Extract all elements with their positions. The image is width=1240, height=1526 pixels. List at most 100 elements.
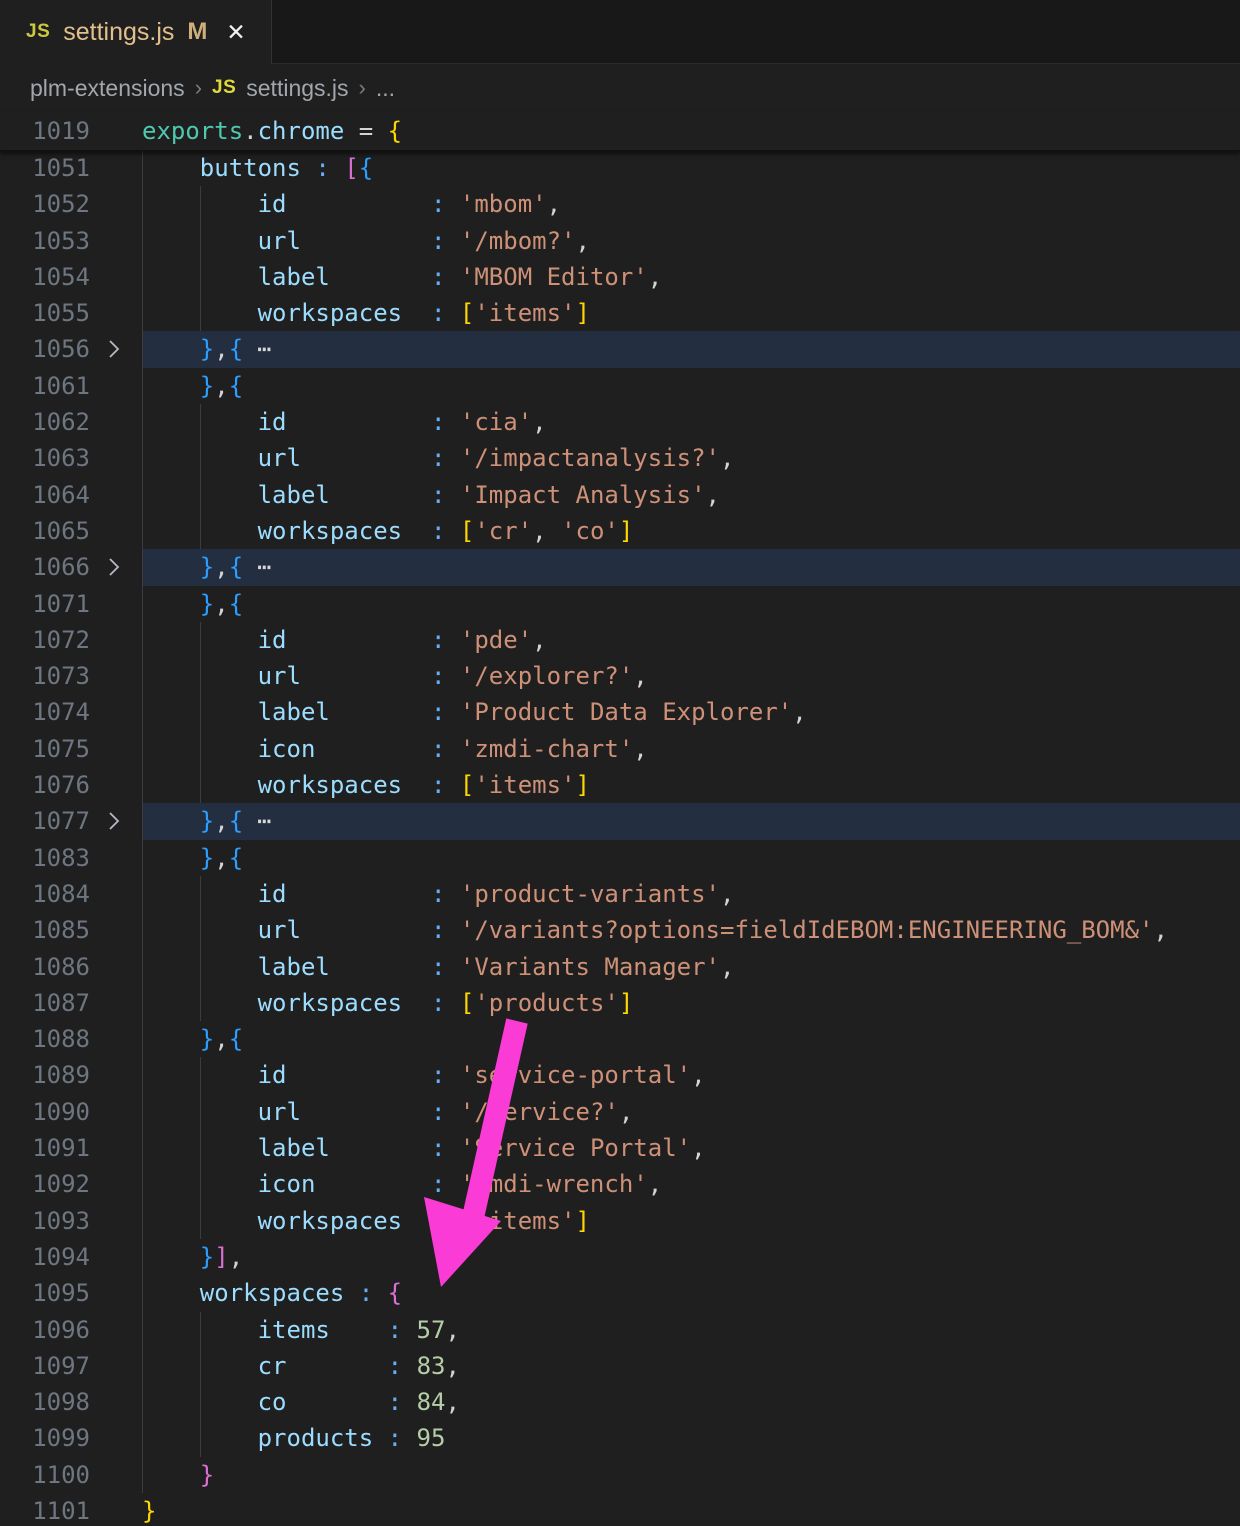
- line-number[interactable]: 1101: [0, 1493, 90, 1526]
- code-line[interactable]: 1054 label : 'MBOM Editor',: [0, 259, 1240, 295]
- code-text[interactable]: },{⋯: [142, 331, 272, 367]
- line-number[interactable]: 1073: [0, 658, 90, 694]
- line-number[interactable]: 1086: [0, 949, 90, 985]
- line-number[interactable]: 1090: [0, 1094, 90, 1130]
- code-line[interactable]: 1097 cr : 83,: [0, 1348, 1240, 1384]
- code-line[interactable]: 1051 buttons : [{: [0, 150, 1240, 186]
- line-number[interactable]: 1051: [0, 150, 90, 186]
- code-text[interactable]: }: [142, 1457, 214, 1493]
- breadcrumb-file[interactable]: settings.js: [246, 75, 348, 102]
- line-number[interactable]: 1099: [0, 1420, 90, 1456]
- folded-code-ellipsis[interactable]: ⋯: [257, 807, 271, 835]
- code-text[interactable]: icon : 'zmdi-chart',: [142, 731, 648, 767]
- line-number[interactable]: 1091: [0, 1130, 90, 1166]
- line-number[interactable]: 1096: [0, 1312, 90, 1348]
- line-number[interactable]: 1061: [0, 368, 90, 404]
- line-number[interactable]: 1093: [0, 1203, 90, 1239]
- code-text[interactable]: },{⋯: [142, 549, 272, 585]
- code-text[interactable]: cr : 83,: [142, 1348, 460, 1384]
- code-line[interactable]: 1073 url : '/explorer?',: [0, 658, 1240, 694]
- code-line[interactable]: 1099 products : 95: [0, 1420, 1240, 1456]
- line-number[interactable]: 1089: [0, 1057, 90, 1093]
- code-text[interactable]: },{: [142, 1021, 243, 1057]
- code-line[interactable]: 1101}: [0, 1493, 1240, 1526]
- line-number[interactable]: 1071: [0, 586, 90, 622]
- breadcrumb-symbol-more[interactable]: ...: [376, 75, 395, 102]
- code-line[interactable]: 1098 co : 84,: [0, 1384, 1240, 1420]
- line-number[interactable]: 1065: [0, 513, 90, 549]
- line-number[interactable]: 1088: [0, 1021, 90, 1057]
- code-line[interactable]: 1087 workspaces : ['products']: [0, 985, 1240, 1021]
- code-line[interactable]: 1075 icon : 'zmdi-chart',: [0, 731, 1240, 767]
- code-line[interactable]: 1055 workspaces : ['items']: [0, 295, 1240, 331]
- line-number[interactable]: 1097: [0, 1348, 90, 1384]
- line-number[interactable]: 1098: [0, 1384, 90, 1420]
- code-text[interactable]: workspaces : ['items']: [142, 295, 590, 331]
- line-number[interactable]: 1095: [0, 1275, 90, 1311]
- code-text[interactable]: workspaces : ['items']: [142, 1203, 590, 1239]
- code-text[interactable]: id : 'pde',: [142, 622, 547, 658]
- folded-code-ellipsis[interactable]: ⋯: [257, 553, 271, 581]
- line-number[interactable]: 1055: [0, 295, 90, 331]
- line-number[interactable]: 1066: [0, 549, 90, 585]
- code-line[interactable]: 1064 label : 'Impact Analysis',: [0, 477, 1240, 513]
- code-text[interactable]: workspaces : {: [142, 1275, 402, 1311]
- code-text[interactable]: icon : 'zmdi-wrench',: [142, 1166, 662, 1202]
- code-text[interactable]: items : 57,: [142, 1312, 460, 1348]
- fold-chevron-icon[interactable]: [106, 810, 122, 838]
- code-line[interactable]: 1052 id : 'mbom',: [0, 186, 1240, 222]
- code-text[interactable]: },{: [142, 840, 243, 876]
- line-number[interactable]: 1092: [0, 1166, 90, 1202]
- code-line[interactable]: 1072 id : 'pde',: [0, 622, 1240, 658]
- code-line[interactable]: 1063 url : '/impactanalysis?',: [0, 440, 1240, 476]
- line-number[interactable]: 1100: [0, 1457, 90, 1493]
- line-number[interactable]: 1083: [0, 840, 90, 876]
- code-line[interactable]: 1092 icon : 'zmdi-wrench',: [0, 1166, 1240, 1202]
- line-number[interactable]: 1084: [0, 876, 90, 912]
- code-line[interactable]: 1096 items : 57,: [0, 1312, 1240, 1348]
- code-line[interactable]: 1053 url : '/mbom?',: [0, 223, 1240, 259]
- line-number[interactable]: 1052: [0, 186, 90, 222]
- code-text[interactable]: products : 95: [142, 1420, 445, 1456]
- line-number[interactable]: 1085: [0, 912, 90, 948]
- code-text[interactable]: url : '/impactanalysis?',: [142, 440, 734, 476]
- line-number[interactable]: 1077: [0, 803, 90, 839]
- code-text[interactable]: url : '/service?',: [142, 1094, 633, 1130]
- breadcrumb-folder[interactable]: plm-extensions: [30, 75, 185, 102]
- line-number[interactable]: 1087: [0, 985, 90, 1021]
- sticky-scroll-line[interactable]: 1019 exports.chrome = {: [0, 112, 1240, 151]
- code-text[interactable]: }: [142, 1493, 156, 1526]
- code-line[interactable]: 1084 id : 'product-variants',: [0, 876, 1240, 912]
- line-number[interactable]: 1094: [0, 1239, 90, 1275]
- code-line[interactable]: 1086 label : 'Variants Manager',: [0, 949, 1240, 985]
- code-line-folded[interactable]: 1066 },{⋯: [0, 549, 1240, 585]
- code-line[interactable]: 1094 }],: [0, 1239, 1240, 1275]
- folded-code-ellipsis[interactable]: ⋯: [257, 335, 271, 363]
- code-line[interactable]: 1089 id : 'service-portal',: [0, 1057, 1240, 1093]
- line-number[interactable]: 1076: [0, 767, 90, 803]
- code-text[interactable]: url : '/mbom?',: [142, 223, 590, 259]
- code-line[interactable]: 1083 },{: [0, 840, 1240, 876]
- code-line[interactable]: 1065 workspaces : ['cr', 'co']: [0, 513, 1240, 549]
- code-text[interactable]: label : 'MBOM Editor',: [142, 259, 662, 295]
- code-text[interactable]: }],: [142, 1239, 243, 1275]
- code-text[interactable]: id : 'mbom',: [142, 186, 561, 222]
- line-number[interactable]: 1063: [0, 440, 90, 476]
- code-line-folded[interactable]: 1077 },{⋯: [0, 803, 1240, 839]
- tab-settings-js[interactable]: JS settings.js M ✕: [0, 0, 272, 64]
- code-line[interactable]: 1091 label : 'Service Portal',: [0, 1130, 1240, 1166]
- code-line[interactable]: 1095 workspaces : {: [0, 1275, 1240, 1311]
- code-text[interactable]: label : 'Service Portal',: [142, 1130, 706, 1166]
- code-text[interactable]: },{: [142, 586, 243, 622]
- code-line[interactable]: 1085 url : '/variants?options=fieldIdEBO…: [0, 912, 1240, 948]
- code-text[interactable]: id : 'service-portal',: [142, 1057, 706, 1093]
- code-text[interactable]: id : 'cia',: [142, 404, 547, 440]
- code-line[interactable]: 1074 label : 'Product Data Explorer',: [0, 694, 1240, 730]
- code-text[interactable]: url : '/variants?options=fieldIdEBOM:ENG…: [142, 912, 1168, 948]
- line-number[interactable]: 1053: [0, 223, 90, 259]
- code-line-folded[interactable]: 1056 },{⋯: [0, 331, 1240, 367]
- line-number[interactable]: 1056: [0, 331, 90, 367]
- line-number[interactable]: 1054: [0, 259, 90, 295]
- code-text[interactable]: label : 'Product Data Explorer',: [142, 694, 807, 730]
- line-number[interactable]: 1064: [0, 477, 90, 513]
